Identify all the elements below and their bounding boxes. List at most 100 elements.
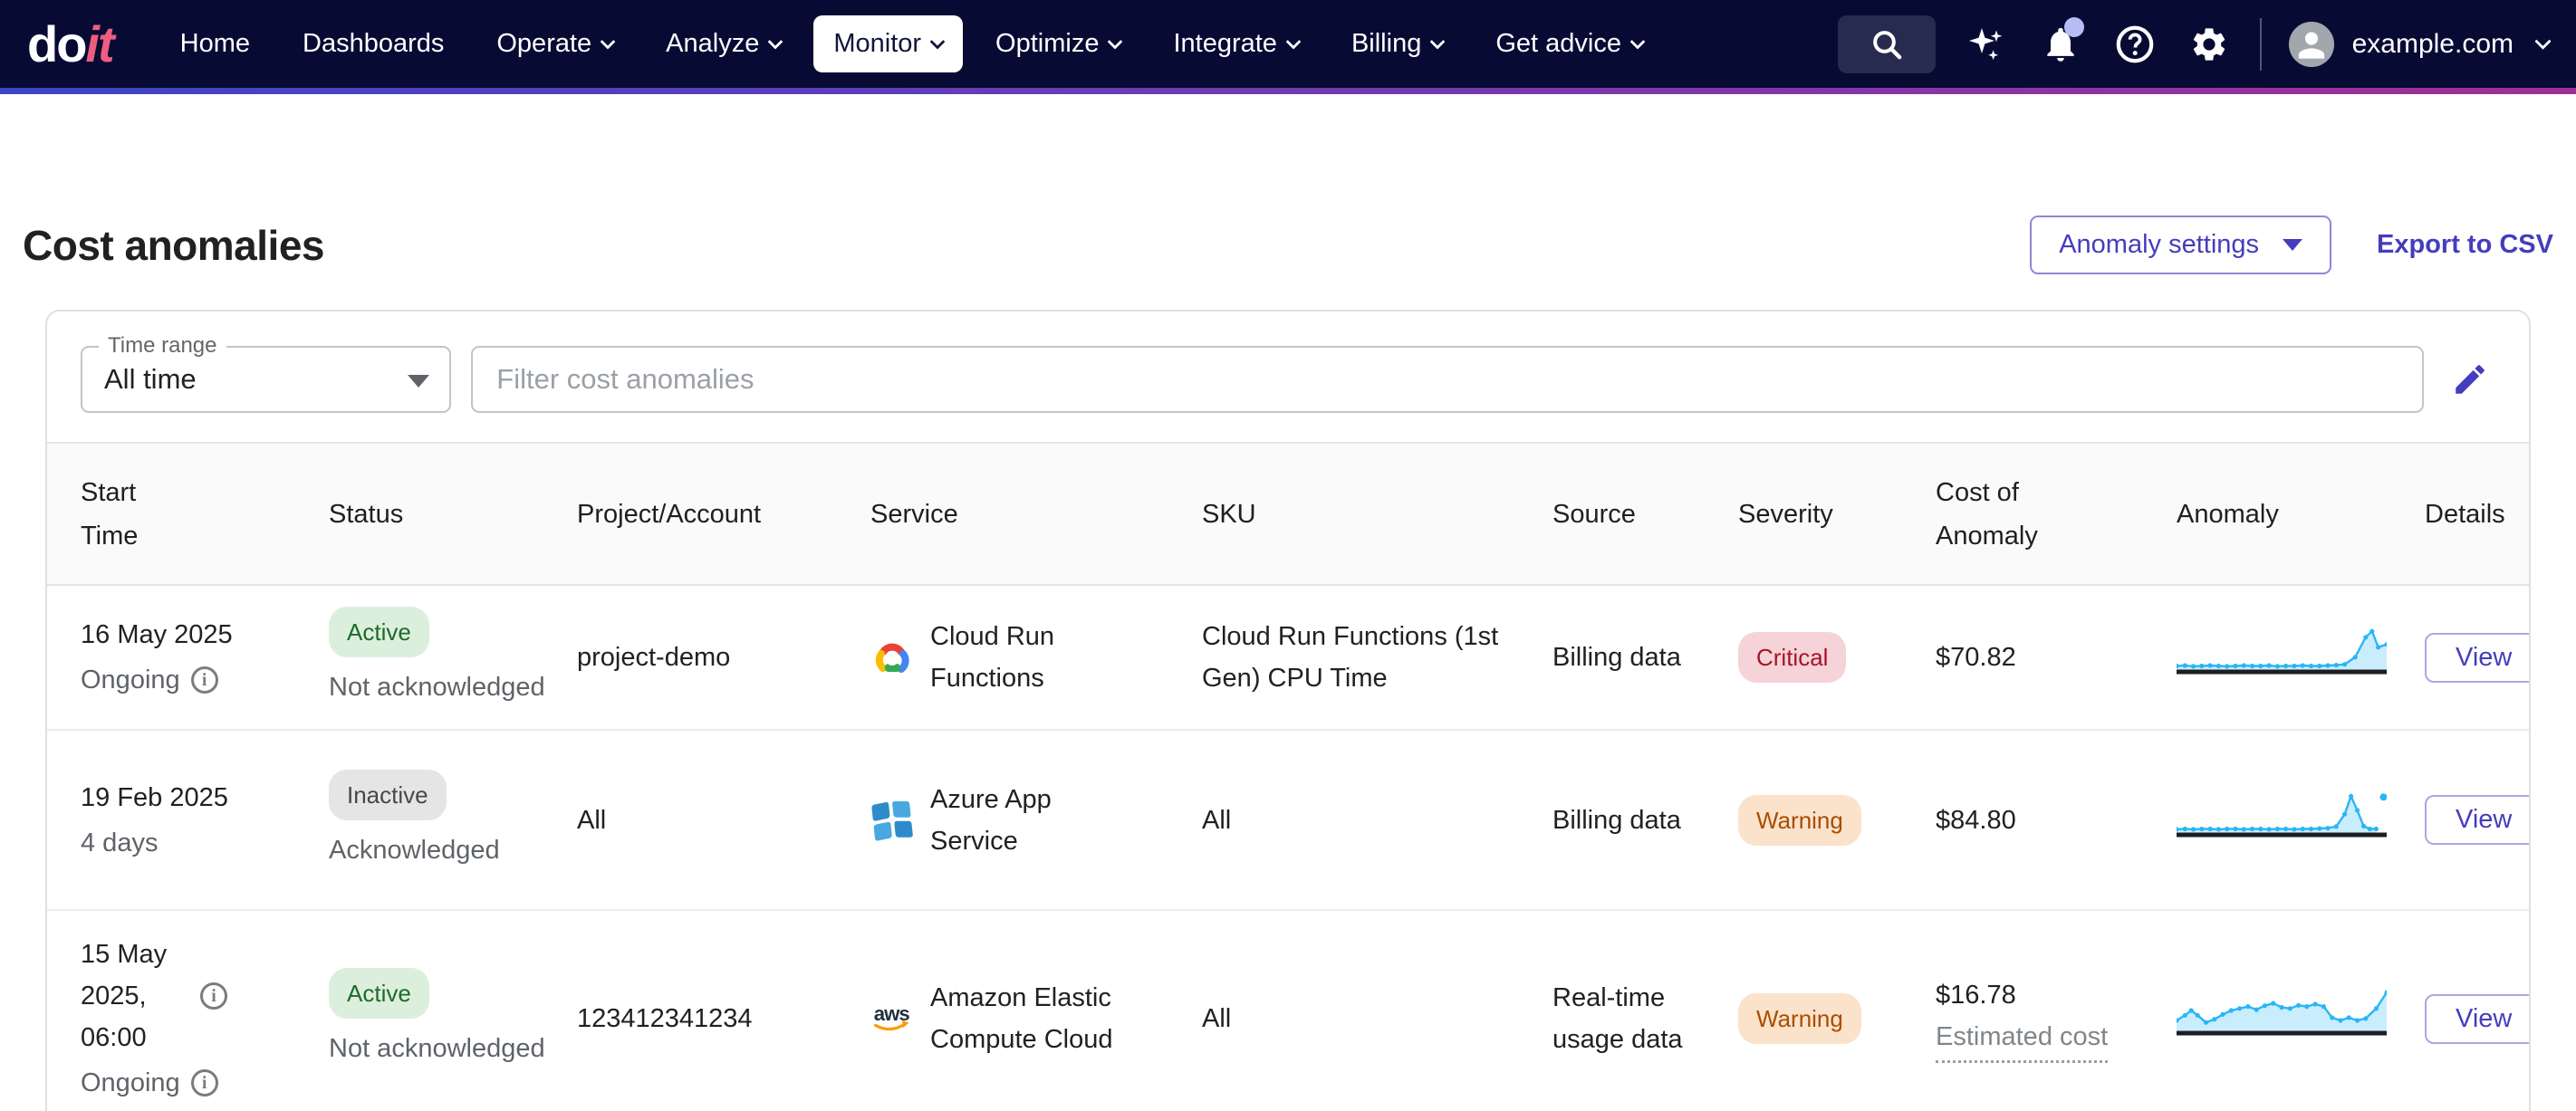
view-button[interactable]: View (2425, 994, 2531, 1044)
column-header-sku: SKU (1202, 493, 1552, 536)
cell-source: Real-time usage data (1552, 977, 1697, 1060)
nav-item-home[interactable]: Home (160, 15, 270, 72)
column-header-anomaly: Anomaly (2177, 493, 2425, 536)
account-label: example.com (2352, 29, 2514, 60)
estimated-cost-note[interactable]: Estimated cost (1936, 1016, 2108, 1063)
cell-service: Azure App Service (870, 779, 1202, 862)
nav-item-operate[interactable]: Operate (476, 15, 633, 72)
logo-text-it: it (85, 14, 112, 73)
notifications-button[interactable] (2037, 21, 2084, 68)
help-button[interactable] (2111, 21, 2158, 68)
cell-severity: Warning (1738, 795, 1936, 846)
nav-item-integrate[interactable]: Integrate (1153, 15, 1318, 72)
status-badge: Active (329, 968, 429, 1019)
info-icon[interactable] (200, 982, 227, 1010)
cost-anomalies-page: Cost anomalies Anomaly settings Export t… (0, 215, 2576, 1111)
cell-details: View (2425, 633, 2531, 683)
column-header-details: Details (2425, 493, 2505, 536)
search-button[interactable] (1838, 15, 1936, 73)
person-icon (2289, 22, 2334, 67)
cell-cost: $84.80 (1936, 800, 2177, 841)
time-range-value: All time (104, 363, 197, 396)
filter-anomalies-input[interactable] (471, 346, 2424, 413)
column-header-severity: Severity (1738, 493, 1936, 536)
nav-item-optimize[interactable]: Optimize (976, 15, 1140, 72)
avatar (2289, 22, 2334, 67)
anomaly-sparkline (2177, 987, 2387, 1038)
chevron-down-icon (1430, 34, 1446, 49)
chevron-down-icon (1629, 34, 1645, 49)
view-button[interactable]: View (2425, 633, 2531, 683)
main-navigation: Home Dashboards Operate Analyze Monitor … (160, 15, 1663, 72)
export-to-csv-link[interactable]: Export to CSV (2377, 230, 2553, 260)
cell-start-time: 15 May 2025, 06:00 Ongoing (81, 934, 329, 1104)
table-row: 15 May 2025, 06:00 Ongoing Active Not ac… (47, 909, 2529, 1111)
chevron-down-icon (930, 34, 946, 49)
anomaly-sparkline (2177, 626, 2387, 676)
severity-badge: Warning (1738, 993, 1861, 1044)
status-badge: Inactive (329, 770, 447, 820)
column-header-service: Service (870, 493, 1202, 536)
cell-sku: Cloud Run Functions (1st Gen) CPU Time (1202, 616, 1501, 699)
chevron-down-icon (1285, 34, 1301, 49)
column-header-source: Source (1552, 493, 1738, 536)
edit-filter-button[interactable] (2444, 352, 2495, 407)
account-menu[interactable]: example.com (2289, 22, 2549, 67)
nav-item-get-advice[interactable]: Get advice (1475, 15, 1663, 72)
accent-gradient-bar (0, 88, 2576, 94)
cell-sku: All (1202, 800, 1501, 841)
cell-severity: Warning (1738, 993, 1936, 1044)
column-header-status: Status (329, 493, 577, 536)
table-header-row: Start Time Status Project/Account Servic… (47, 444, 2529, 586)
status-badge: Active (329, 607, 429, 657)
cell-status: Active Not acknowledged (329, 607, 577, 708)
cell-project: project-demo (577, 637, 870, 678)
chevron-down-icon (601, 34, 616, 49)
settings-button[interactable] (2186, 21, 2233, 68)
filter-bar: Time range All time (47, 311, 2529, 444)
anomaly-settings-button[interactable]: Anomaly settings (2030, 215, 2331, 274)
table-row: 16 May 2025 Ongoing Active Not acknowled… (47, 586, 2529, 729)
caret-down-icon (2283, 239, 2302, 251)
severity-badge: Critical (1738, 632, 1846, 683)
doit-logo[interactable]: do it (27, 14, 113, 73)
cell-anomaly-chart (2177, 789, 2425, 852)
cell-project: 123412341234 (577, 998, 870, 1039)
gear-icon (2189, 24, 2229, 64)
help-icon (2114, 24, 2156, 65)
top-nav-bar: do it Home Dashboards Operate Analyze Mo… (0, 0, 2576, 88)
cell-start-time: 19 Feb 2025 4 days (81, 777, 329, 864)
nav-item-dashboards[interactable]: Dashboards (283, 15, 464, 72)
cell-status: Active Not acknowledged (329, 968, 577, 1069)
info-icon[interactable] (191, 1069, 218, 1097)
ai-assistant-button[interactable] (1963, 21, 2010, 68)
info-icon[interactable] (191, 666, 218, 694)
search-icon (1869, 26, 1905, 62)
cell-anomaly-chart (2177, 987, 2425, 1050)
page-title: Cost anomalies (23, 221, 324, 270)
notification-badge (2064, 17, 2084, 37)
cell-source: Billing data (1552, 637, 1697, 678)
table-row: 19 Feb 2025 4 days Inactive Acknowledged… (47, 729, 2529, 909)
nav-divider (2260, 18, 2262, 71)
severity-badge: Warning (1738, 795, 1861, 846)
cell-source: Billing data (1552, 800, 1697, 841)
time-range-select[interactable]: Time range All time (81, 346, 451, 413)
cell-severity: Critical (1738, 632, 1936, 683)
cell-cost: $70.82 (1936, 637, 2177, 678)
nav-item-analyze[interactable]: Analyze (646, 15, 801, 72)
logo-text-do: do (27, 14, 85, 73)
anomaly-sparkline (2177, 789, 2387, 839)
anomalies-card: Time range All time Start Time Status Pr… (45, 310, 2531, 1111)
cell-sku: All (1202, 998, 1501, 1039)
time-range-label: Time range (99, 333, 226, 359)
chevron-down-icon (2534, 33, 2551, 49)
nav-item-billing[interactable]: Billing (1331, 15, 1463, 72)
nav-item-monitor[interactable]: Monitor (813, 15, 963, 72)
pencil-icon (2451, 360, 2489, 398)
cell-details: View (2425, 994, 2531, 1044)
sparkle-icon (1965, 23, 2008, 66)
cell-details: View (2425, 795, 2531, 845)
azure-icon (870, 799, 914, 842)
view-button[interactable]: View (2425, 795, 2531, 845)
